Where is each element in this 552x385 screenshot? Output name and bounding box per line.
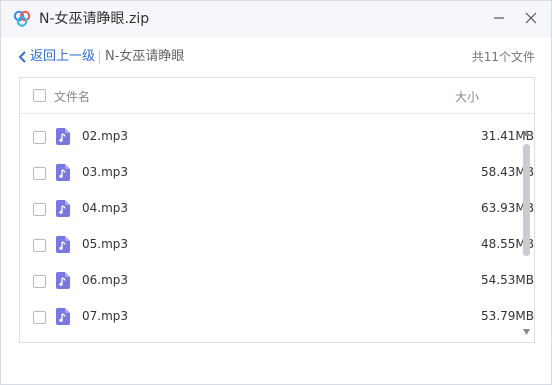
close-icon	[525, 12, 537, 24]
file-checkbox[interactable]	[33, 311, 46, 324]
file-name: 03.mp3	[82, 165, 129, 179]
audio-file-icon	[56, 200, 70, 217]
file-list-header: 文件名 大小	[20, 78, 534, 114]
cloud-app-icon	[13, 10, 31, 27]
file-row[interactable]: 06.mp3 54.53MB	[20, 263, 534, 299]
column-header-name[interactable]: 文件名	[54, 88, 90, 105]
audio-file-icon	[56, 236, 70, 253]
minimize-icon	[494, 17, 504, 19]
column-header-size[interactable]: 大小	[455, 88, 479, 105]
file-name: 02.mp3	[82, 129, 129, 143]
file-checkbox[interactable]	[33, 131, 46, 144]
back-button-label: 返回上一级	[30, 49, 96, 64]
breadcrumb-divider	[99, 50, 100, 64]
audio-file-icon	[56, 164, 70, 181]
file-row[interactable]: 02.mp3 31.41MB	[20, 119, 534, 155]
navigation-bar: 返回上一级 N-女巫请睁眼 共11个文件	[1, 38, 551, 76]
file-name: 05.mp3	[82, 237, 129, 251]
close-button[interactable]	[517, 5, 545, 31]
scroll-up-arrow-icon[interactable]	[523, 130, 530, 136]
scroll-down-arrow-icon[interactable]	[523, 329, 530, 335]
audio-file-icon	[56, 272, 70, 289]
window-title: N-女巫请睁眼.zip	[39, 11, 150, 27]
file-rows: 02.mp3 31.41MB 03.mp3 58.43MB 04.mp3 63.…	[20, 119, 534, 335]
file-count-label: 共11个文件	[471, 50, 535, 64]
select-all-checkbox[interactable]	[33, 89, 46, 102]
audio-file-icon	[56, 308, 70, 325]
title-bar: N-女巫请睁眼.zip	[1, 1, 551, 37]
breadcrumb-current-folder: N-女巫请睁眼	[105, 49, 185, 64]
archive-preview-window: N-女巫请睁眼.zip 返回上一级 N-女巫请睁眼 共11个文件 文件名 大小 …	[0, 0, 552, 385]
file-checkbox[interactable]	[33, 167, 46, 180]
file-checkbox[interactable]	[33, 203, 46, 216]
file-row[interactable]: 03.mp3 58.43MB	[20, 155, 534, 191]
minimize-button[interactable]	[485, 5, 513, 31]
file-row[interactable]: 07.mp3 53.79MB	[20, 299, 534, 335]
file-list-panel: 文件名 大小 02.mp3 31.41MB 03.mp3 58.43MB 04.…	[19, 77, 535, 343]
vertical-scrollbar[interactable]	[523, 130, 530, 335]
scrollbar-thumb[interactable]	[523, 144, 530, 256]
file-checkbox[interactable]	[33, 275, 46, 288]
chevron-left-icon	[18, 51, 26, 63]
back-button[interactable]: 返回上一级	[18, 49, 95, 65]
file-name: 06.mp3	[82, 273, 129, 287]
file-name: 04.mp3	[82, 201, 129, 215]
file-checkbox[interactable]	[33, 239, 46, 252]
audio-file-icon	[56, 128, 70, 145]
file-row[interactable]: 04.mp3 63.93MB	[20, 191, 534, 227]
file-name: 07.mp3	[82, 309, 129, 323]
file-row[interactable]: 05.mp3 48.55MB	[20, 227, 534, 263]
